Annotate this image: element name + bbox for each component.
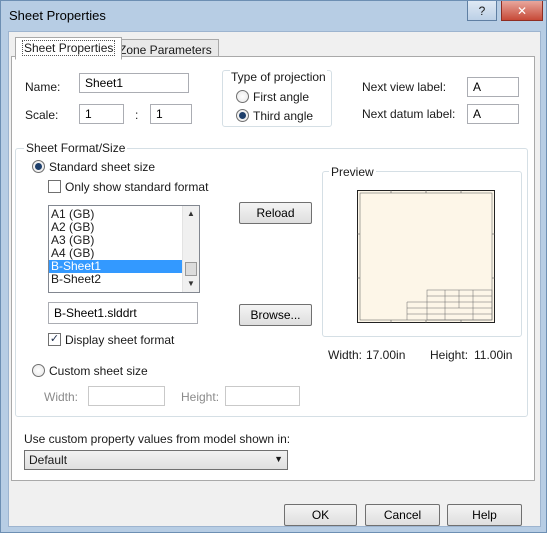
dialog-window: Sheet Properties ? ✕ Sheet Properties Zo… (0, 0, 547, 533)
sheet-format-title: Sheet Format/Size (24, 141, 128, 155)
name-label: Name: (25, 80, 61, 94)
next-view-field[interactable] (467, 77, 519, 97)
tab-label: Sheet Properties (22, 40, 116, 56)
preview-height-label: Height: (430, 348, 469, 362)
help-button[interactable]: Help (447, 504, 522, 526)
custom-property-value: Default (29, 453, 68, 467)
scroll-up-icon[interactable]: ▲ (183, 206, 199, 222)
preview-width-value: 17.00in (366, 348, 406, 362)
scale-denominator-field[interactable] (150, 104, 192, 124)
only-standard-label[interactable]: Only show standard format (65, 180, 208, 194)
reload-button[interactable]: Reload (239, 202, 312, 224)
custom-width-field[interactable] (88, 386, 165, 406)
sheet-format-file-field[interactable] (48, 302, 198, 324)
chevron-down-icon: ▼ (274, 454, 283, 464)
custom-height-label: Height: (181, 390, 220, 404)
custom-property-dropdown[interactable]: Default ▼ (24, 450, 288, 470)
tab-panel: Name: Scale: : Type of projection First … (11, 56, 535, 481)
projection-group: Type of projection First angle Third ang… (222, 70, 332, 127)
scroll-down-icon[interactable]: ▼ (183, 276, 199, 292)
first-angle-radio[interactable] (236, 90, 249, 103)
sheet-format-list[interactable]: A1 (GB) A2 (GB) A3 (GB) A4 (GB) B-Sheet1… (48, 205, 200, 293)
standard-size-label[interactable]: Standard sheet size (49, 160, 155, 174)
sheet-format-group: Sheet Format/Size Standard sheet size On… (15, 141, 528, 417)
next-datum-field[interactable] (467, 104, 519, 124)
next-datum-label: Next datum label: (362, 107, 456, 121)
tab-sheet-properties[interactable]: Sheet Properties (15, 37, 123, 60)
preview-height-value: 11.00in (474, 348, 513, 362)
scale-numerator-field[interactable] (79, 104, 124, 124)
custom-size-radio[interactable] (32, 364, 45, 377)
title-bar[interactable]: Sheet Properties ? ✕ (1, 1, 547, 31)
third-angle-label[interactable]: Third angle (253, 109, 313, 123)
browse-button[interactable]: Browse... (239, 304, 312, 326)
help-title-button[interactable]: ? (467, 1, 497, 21)
standard-size-radio[interactable] (32, 160, 45, 173)
question-icon: ? (478, 3, 486, 18)
close-icon: ✕ (516, 3, 528, 18)
custom-property-label: Use custom property values from model sh… (24, 432, 291, 446)
scale-label: Scale: (25, 108, 59, 122)
name-field[interactable] (79, 73, 189, 93)
display-format-checkbox[interactable]: ✓ (48, 333, 61, 346)
next-view-label: Next view label: (362, 80, 447, 94)
preview-group: Preview (322, 165, 522, 337)
ok-button[interactable]: OK (284, 504, 357, 526)
scroll-thumb[interactable] (185, 262, 197, 276)
preview-width-label: Width: (328, 348, 363, 362)
close-button[interactable]: ✕ (501, 1, 543, 21)
cancel-button[interactable]: Cancel (365, 504, 440, 526)
custom-size-label[interactable]: Custom sheet size (49, 364, 148, 378)
window-title: Sheet Properties (9, 8, 106, 23)
third-angle-radio[interactable] (236, 109, 249, 122)
sheet-border (357, 190, 495, 323)
only-standard-checkbox[interactable] (48, 180, 61, 193)
list-scrollbar[interactable]: ▲ ▼ (182, 206, 199, 292)
display-format-label[interactable]: Display sheet format (65, 333, 174, 347)
list-item[interactable]: B-Sheet2 (49, 273, 199, 286)
custom-height-field[interactable] (225, 386, 300, 406)
first-angle-label[interactable]: First angle (253, 90, 309, 104)
sheet-preview-image (357, 190, 495, 323)
custom-width-label: Width: (44, 390, 79, 404)
preview-title: Preview (329, 165, 376, 179)
projection-title: Type of projection (230, 70, 327, 84)
scale-separator: : (135, 108, 139, 122)
tab-label: Zone Parameters (119, 43, 212, 57)
